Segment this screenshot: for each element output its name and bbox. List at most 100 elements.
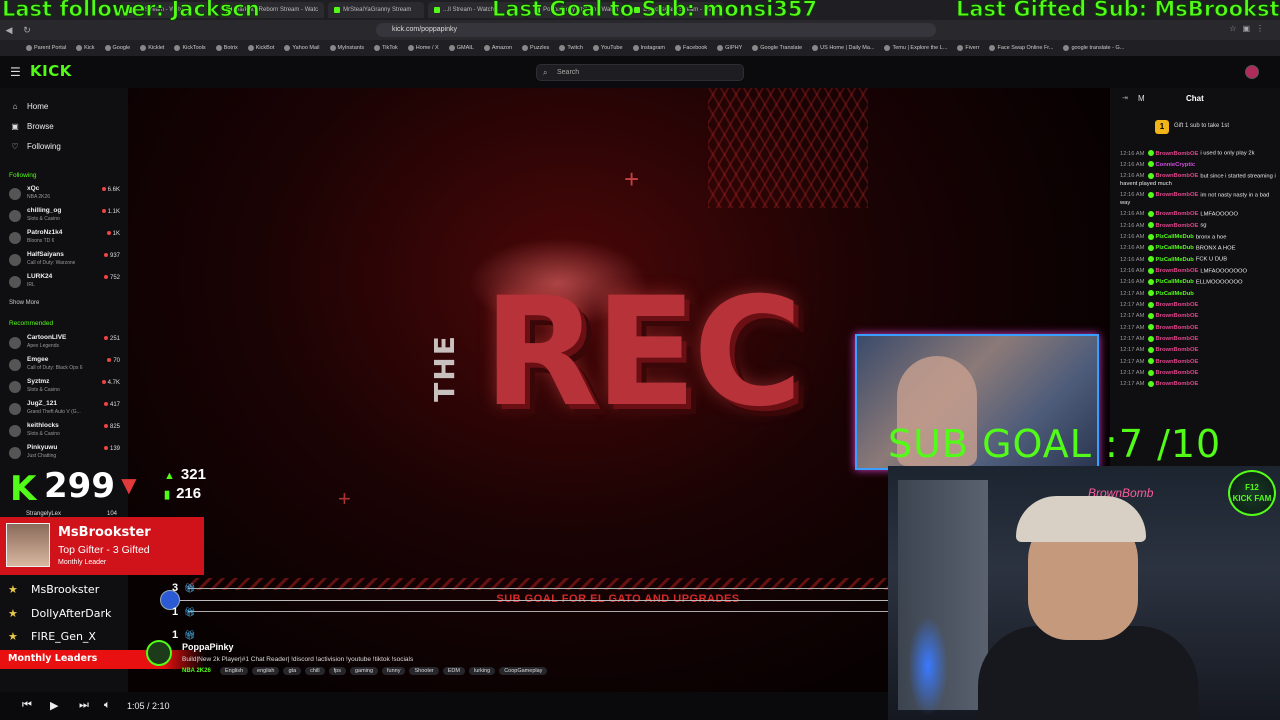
message-time: 12:16 AM bbox=[1120, 245, 1145, 252]
channel-item[interactable]: JugZ_121 Grand Theft Auto V (G... 417 bbox=[0, 398, 128, 420]
stream-tag[interactable]: gta bbox=[283, 667, 302, 675]
message-username[interactable]: BrownBombOE bbox=[1156, 325, 1199, 331]
channel-item[interactable]: keithlocks Slots & Casino 825 bbox=[0, 420, 128, 442]
streamer-name[interactable]: PoppaPinky bbox=[182, 642, 234, 652]
bookmark-item[interactable]: Puzzles bbox=[522, 45, 549, 51]
collapse-chat-icon[interactable]: ⇥ bbox=[1122, 94, 1128, 102]
sidebar-item-following[interactable]: ♡ Following bbox=[0, 136, 128, 156]
stream-tag[interactable]: EDM bbox=[442, 667, 465, 675]
message-username[interactable]: BrownBombOE bbox=[1156, 347, 1199, 353]
message-username[interactable]: BrownBombOE bbox=[1156, 211, 1199, 217]
message-username[interactable]: BrownBombOE bbox=[1156, 192, 1199, 198]
message-text: FCK U DUB bbox=[1195, 256, 1228, 263]
gift-sub-prompt[interactable]: 1 Gift 1 sub to take 1st bbox=[1110, 118, 1280, 136]
channel-item[interactable]: Pinkyuwu Just Chatting 139 bbox=[0, 442, 128, 464]
message-username[interactable]: PlzCallMeDub bbox=[1156, 245, 1194, 251]
message-username[interactable]: PlzCallMeDub bbox=[1156, 279, 1194, 285]
bookmark-item[interactable]: Facebook bbox=[675, 45, 707, 51]
message-username[interactable]: PlzCallMeDub bbox=[1156, 234, 1194, 240]
channel-item[interactable]: Syztmz Slots & Casino 4.7K bbox=[0, 376, 128, 398]
stream-tag[interactable]: chill bbox=[305, 667, 325, 675]
message-username[interactable]: BrownBombOE bbox=[1156, 359, 1199, 365]
bookmark-item[interactable]: Amazon bbox=[483, 45, 512, 51]
chat-message: 12:17 AM BrownBombOE bbox=[1120, 380, 1276, 389]
bookmark-item[interactable]: Kick bbox=[76, 45, 95, 51]
bookmark-item[interactable]: US Home | Daily Ma... bbox=[812, 45, 874, 51]
message-username[interactable]: BrownBombOE bbox=[1156, 381, 1199, 387]
bookmark-item[interactable]: Instagram bbox=[632, 45, 665, 51]
bookmark-item[interactable]: Fiverr bbox=[957, 45, 979, 51]
streamer-avatar[interactable] bbox=[146, 640, 172, 666]
message-username[interactable]: ConnieCryptic bbox=[1156, 162, 1196, 168]
message-time: 12:17 AM bbox=[1120, 347, 1145, 354]
bookmark-item[interactable]: Google bbox=[104, 45, 130, 51]
stream-tag[interactable]: Shooter bbox=[409, 667, 439, 675]
channel-item[interactable]: PatroNz1k4 Bloons TD 6 1K bbox=[0, 227, 128, 249]
channel-item[interactable]: LURK24 IRL 752 bbox=[0, 271, 128, 293]
channel-item[interactable]: HalfSaiyans Call of Duty: Warzone 937 bbox=[0, 249, 128, 271]
message-username[interactable]: PlzCallMeDub bbox=[1156, 257, 1194, 263]
bookmark-item[interactable]: KickTools bbox=[174, 45, 206, 51]
bookmark-item[interactable]: YouTube bbox=[592, 45, 623, 51]
bookmark-item[interactable]: google translate - G... bbox=[1063, 45, 1124, 51]
bookmark-item[interactable]: GMAIL bbox=[448, 45, 474, 51]
sidebar-item-browse[interactable]: ▣ Browse bbox=[0, 116, 128, 136]
progress-track bbox=[180, 600, 888, 601]
channel-item[interactable]: CartoonLIVE Apex Legends 251 bbox=[0, 332, 128, 354]
volume-icon[interactable]: 🔈︎ bbox=[104, 699, 111, 712]
browser-tab[interactable]: MrStealYaGranny Stream bbox=[328, 2, 425, 18]
verified-badge-icon bbox=[1147, 335, 1154, 342]
show-more-link[interactable]: Show More bbox=[9, 300, 39, 306]
message-username[interactable]: BrownBombOE bbox=[1156, 302, 1199, 308]
message-username[interactable]: PlzCallMeDub bbox=[1156, 291, 1194, 297]
bookmark-icon bbox=[448, 45, 455, 51]
stream-tag[interactable]: lurking bbox=[468, 667, 496, 675]
bookmark-item[interactable]: Parent Portal bbox=[26, 45, 66, 51]
bookmark-item[interactable]: KickBot bbox=[247, 45, 274, 51]
stream-tag[interactable]: fps bbox=[328, 667, 346, 675]
stream-tag[interactable]: English bbox=[220, 667, 249, 675]
url-field[interactable]: kick.com/poppapinky bbox=[376, 23, 936, 37]
verified-badge-icon bbox=[1147, 380, 1154, 387]
bookmark-item[interactable]: GIPHY bbox=[717, 45, 742, 51]
reload-icon[interactable]: ↻ bbox=[18, 25, 36, 36]
sidebar-item-home[interactable]: ⌂ Home bbox=[0, 96, 128, 116]
previous-icon[interactable]: ⏮ bbox=[22, 699, 32, 712]
bookmark-item[interactable]: Botrix bbox=[215, 45, 238, 51]
kick-logo[interactable]: KICK bbox=[30, 62, 72, 80]
stream-tag[interactable]: english bbox=[252, 667, 280, 675]
stream-tag[interactable]: gaming bbox=[349, 667, 379, 675]
message-username[interactable]: BrownBombOE bbox=[1156, 313, 1199, 319]
stream-tag[interactable]: funny bbox=[382, 667, 406, 675]
bookmark-item[interactable]: Temu | Explore the L... bbox=[884, 45, 947, 51]
message-username[interactable]: BrownBombOE bbox=[1156, 336, 1199, 342]
bookmark-item[interactable]: TikTok bbox=[374, 45, 398, 51]
channel-item[interactable]: xQc NBA 2K26 6.6K bbox=[0, 183, 128, 205]
browser-extension-icons[interactable]: ☆▣⋮ bbox=[1229, 24, 1270, 33]
bookmark-item[interactable]: Twitch bbox=[559, 45, 583, 51]
bookmark-item[interactable]: MyInstants bbox=[329, 45, 364, 51]
channel-item[interactable]: chilling_og Slots & Casino 1.1K bbox=[0, 205, 128, 227]
user-avatar[interactable] bbox=[1245, 65, 1259, 79]
play-icon[interactable]: ▶ bbox=[50, 699, 58, 712]
channel-item[interactable]: Emgee Call of Duty: Black Ops 6 70 bbox=[0, 354, 128, 376]
message-username[interactable]: BrownBombOE bbox=[1156, 223, 1199, 229]
message-username[interactable]: BrownBombOE bbox=[1156, 173, 1199, 179]
bookmark-item[interactable]: Yahoo Mail bbox=[284, 45, 320, 51]
next-icon[interactable]: ⏭ bbox=[79, 699, 89, 712]
search-input[interactable]: ⌕ Search bbox=[536, 64, 744, 81]
bookmark-item[interactable]: Kicklet bbox=[140, 45, 164, 51]
star-icon: ★ bbox=[8, 607, 18, 620]
stream-tag[interactable]: CoopGameplay bbox=[499, 667, 548, 675]
stream-category-link[interactable]: NBA 2K26 bbox=[182, 668, 211, 674]
bookmark-item[interactable]: Face Swap Online Fr... bbox=[989, 45, 1053, 51]
chat-mode-label[interactable]: M bbox=[1138, 94, 1145, 103]
message-username[interactable]: BrownBombOE bbox=[1156, 151, 1199, 157]
menu-icon[interactable]: ☰ bbox=[10, 65, 21, 79]
message-username[interactable]: BrownBombOE bbox=[1156, 370, 1199, 376]
bookmark-item[interactable]: Google Translate bbox=[752, 45, 802, 51]
bookmark-item[interactable]: Home / X bbox=[407, 45, 439, 51]
bookmark-icon bbox=[1063, 45, 1070, 51]
message-username[interactable]: BrownBombOE bbox=[1156, 268, 1199, 274]
back-icon[interactable]: ◀ bbox=[0, 25, 18, 36]
